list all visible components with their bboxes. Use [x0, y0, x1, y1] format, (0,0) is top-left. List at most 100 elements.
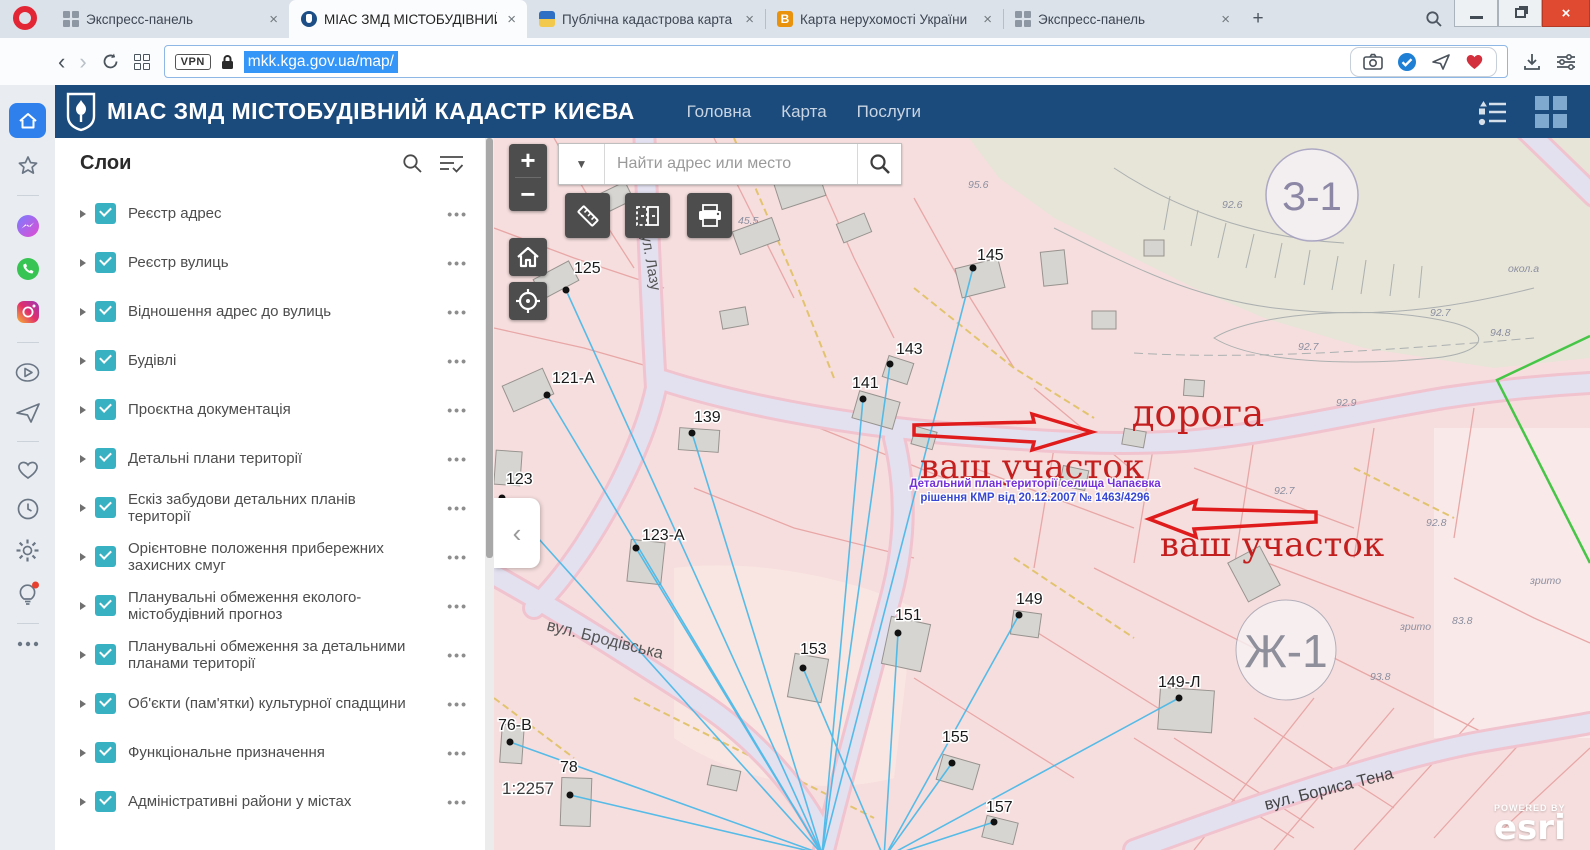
bookmark-heart-icon[interactable]	[1465, 53, 1484, 70]
layer-row[interactable]: Планувальні обмеження за детальними план…	[80, 630, 482, 679]
expand-caret-icon[interactable]	[80, 602, 86, 610]
tips-bulb-icon[interactable]	[16, 580, 40, 606]
expand-caret-icon[interactable]	[80, 259, 86, 267]
layer-checkbox[interactable]	[95, 399, 116, 420]
layer-menu-icon[interactable]: •••	[447, 500, 482, 516]
layer-row[interactable]: Реєстр адрес•••	[80, 189, 482, 238]
layer-row[interactable]: Проєктна документація•••	[80, 385, 482, 434]
layer-checkbox[interactable]	[95, 203, 116, 224]
forward-icon[interactable]: ›	[79, 51, 86, 73]
zoom-in-button[interactable]: +	[509, 144, 547, 177]
layer-checkbox[interactable]	[95, 791, 116, 812]
layer-menu-icon[interactable]: •••	[447, 255, 482, 271]
nav-services[interactable]: Послуги	[857, 102, 921, 122]
layers-search-icon[interactable]	[402, 153, 423, 174]
expand-caret-icon[interactable]	[80, 651, 86, 659]
opera-logo-icon[interactable]	[13, 6, 37, 30]
layer-checkbox[interactable]	[95, 301, 116, 322]
nav-map[interactable]: Карта	[781, 102, 827, 122]
layer-row[interactable]: Реєстр вулиць•••	[80, 238, 482, 287]
zoom-out-button[interactable]: −	[509, 178, 547, 211]
layer-menu-icon[interactable]: •••	[447, 647, 482, 663]
reload-icon[interactable]	[101, 52, 120, 71]
layer-row[interactable]: Ескіз забудови детальних планів територі…	[80, 483, 482, 532]
map-search-input[interactable]	[605, 144, 857, 184]
map-search-button[interactable]	[857, 144, 901, 184]
layer-row[interactable]: Детальні плани території•••	[80, 434, 482, 483]
tab-close-icon[interactable]: ×	[266, 11, 281, 28]
expand-caret-icon[interactable]	[80, 553, 86, 561]
measure-tool-button[interactable]	[565, 193, 610, 238]
tab-close-icon[interactable]: ×	[504, 11, 519, 28]
expand-caret-icon[interactable]	[80, 504, 86, 512]
layer-checkbox[interactable]	[95, 497, 116, 518]
speed-dial-icon[interactable]	[134, 54, 150, 70]
url-field[interactable]: VPN mkk.kga.gov.ua/map/	[164, 45, 1508, 78]
history-clock-icon[interactable]	[16, 497, 40, 521]
settings-sliders-icon[interactable]	[1556, 53, 1576, 71]
window-maximize-button[interactable]	[1498, 0, 1542, 27]
layer-checkbox[interactable]	[95, 448, 116, 469]
expand-caret-icon[interactable]	[80, 210, 86, 218]
layer-checkbox[interactable]	[95, 644, 116, 665]
expand-caret-icon[interactable]	[80, 406, 86, 414]
favorites-heart-icon[interactable]	[16, 459, 40, 480]
url-text[interactable]: mkk.kga.gov.ua/map/	[244, 51, 398, 73]
layer-menu-icon[interactable]: •••	[447, 206, 482, 222]
layer-row[interactable]: Відношення адрес до вулиць•••	[80, 287, 482, 336]
tab-close-icon[interactable]: ×	[742, 11, 757, 28]
layer-row[interactable]: Орієнтовне положення прибережних захисни…	[80, 532, 482, 581]
layer-menu-icon[interactable]: •••	[447, 696, 482, 712]
locate-me-button[interactable]	[509, 282, 547, 320]
nav-home[interactable]: Головна	[687, 102, 752, 122]
window-close-button[interactable]: ×	[1542, 0, 1590, 27]
layer-checkbox[interactable]	[95, 350, 116, 371]
layer-row[interactable]: Будівлі•••	[80, 336, 482, 385]
expand-caret-icon[interactable]	[80, 749, 86, 757]
new-tab-button[interactable]: +	[1241, 0, 1275, 38]
layer-menu-icon[interactable]: •••	[447, 745, 482, 761]
send-plane-icon[interactable]	[1431, 53, 1451, 71]
layer-menu-icon[interactable]: •••	[447, 794, 482, 810]
legend-list-icon[interactable]	[1478, 98, 1508, 126]
layer-menu-icon[interactable]: •••	[447, 598, 482, 614]
layer-menu-icon[interactable]: •••	[447, 451, 482, 467]
tab-search-icon[interactable]	[1414, 10, 1454, 28]
layers-filter-icon[interactable]	[439, 153, 464, 174]
instagram-icon[interactable]	[15, 299, 41, 325]
swipe-tool-button[interactable]	[625, 193, 670, 238]
layer-checkbox[interactable]	[95, 546, 116, 567]
telegram-plane-icon[interactable]	[15, 402, 41, 424]
basemap-grid-icon[interactable]	[1534, 95, 1568, 129]
expand-caret-icon[interactable]	[80, 798, 86, 806]
search-dropdown-button[interactable]: ▼	[559, 144, 605, 184]
settings-gear-icon[interactable]	[15, 538, 40, 563]
speed-dial-star-icon[interactable]	[16, 155, 40, 178]
sidebar-collapse-button[interactable]: ‹	[494, 498, 540, 568]
layer-menu-icon[interactable]: •••	[447, 353, 482, 369]
home-extent-button[interactable]	[509, 238, 547, 276]
expand-caret-icon[interactable]	[80, 308, 86, 316]
tab-close-icon[interactable]: ×	[980, 11, 995, 28]
layer-menu-icon[interactable]: •••	[447, 402, 482, 418]
sidebar-more-icon[interactable]	[17, 641, 39, 647]
shield-check-icon[interactable]	[1397, 52, 1417, 72]
tab-close-icon[interactable]: ×	[1218, 11, 1233, 28]
tab-express-panel-2[interactable]: Экспресс-панель ×	[1003, 0, 1241, 38]
layer-checkbox[interactable]	[95, 595, 116, 616]
snapshot-camera-icon[interactable]	[1363, 53, 1383, 71]
layer-row[interactable]: Функціональне призначення•••	[80, 728, 482, 777]
layer-menu-icon[interactable]: •••	[447, 549, 482, 565]
expand-caret-icon[interactable]	[80, 455, 86, 463]
print-tool-button[interactable]	[687, 193, 732, 238]
layer-row[interactable]: Адміністративні райони у містах•••	[80, 777, 482, 826]
tab-cadastral-map[interactable]: Публічна кадастрова карта ×	[527, 0, 765, 38]
expand-caret-icon[interactable]	[80, 700, 86, 708]
vpn-badge[interactable]: VPN	[175, 54, 211, 70]
layer-checkbox[interactable]	[95, 252, 116, 273]
tab-realty-map[interactable]: B Карта нерухомості України ×	[765, 0, 1003, 38]
downloads-icon[interactable]	[1522, 52, 1542, 72]
layer-checkbox[interactable]	[95, 693, 116, 714]
layer-menu-icon[interactable]: •••	[447, 304, 482, 320]
whatsapp-icon[interactable]	[15, 256, 41, 282]
